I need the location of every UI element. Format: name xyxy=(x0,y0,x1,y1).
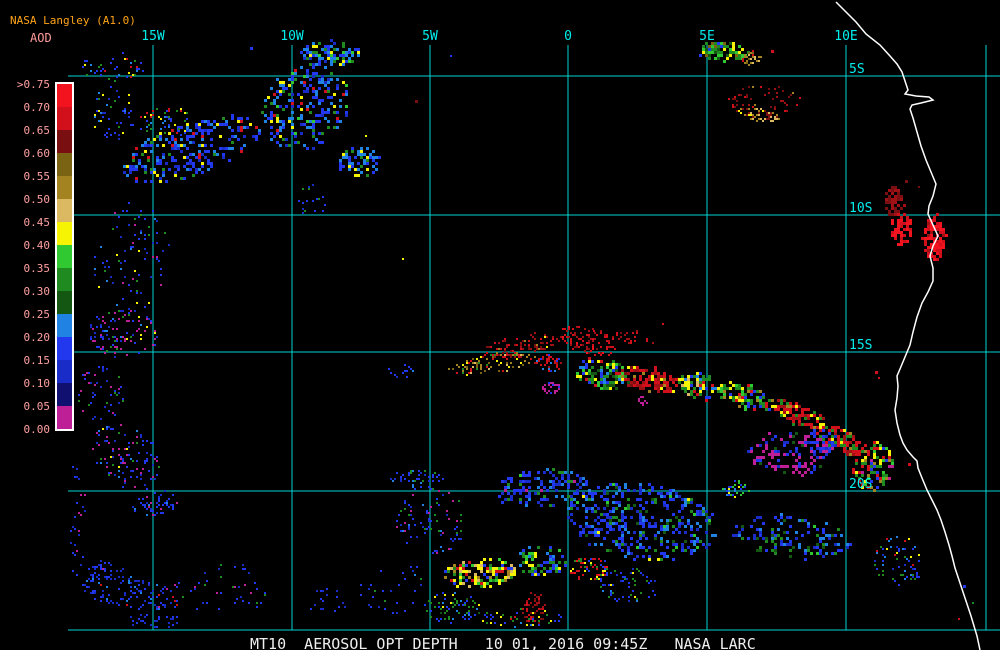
aod-data-dot xyxy=(250,47,253,50)
colorbar-scale-value: 0.40 xyxy=(23,239,51,252)
colorbar-scale-value: >0.75 xyxy=(16,78,50,91)
aod-data-dot xyxy=(905,180,908,183)
colorbar-scale-value: 0.15 xyxy=(23,354,51,367)
longitude-label: 5E xyxy=(699,29,715,44)
latitude-label: 15S xyxy=(849,338,872,353)
colorbar-scale-value: 0.10 xyxy=(23,377,51,390)
aod-data-dot xyxy=(593,330,595,332)
latitude-label: 5S xyxy=(849,62,865,77)
aod-data-dot xyxy=(908,463,911,466)
product-title: NASA Langley (A1.0) xyxy=(10,14,136,27)
colorbar-band xyxy=(57,245,72,268)
product-parameter-label: AOD xyxy=(30,31,52,45)
footer-caption: MT10 AEROSOL OPT DEPTH 10 01, 2016 09:45… xyxy=(250,635,756,650)
latitude-label: 20S xyxy=(849,477,872,492)
aod-data-dot xyxy=(365,135,367,137)
aod-map-viewer: 15W 10W 5W 0 5E 10E 5S 10S 15S 20S NASA Langley (… xyxy=(0,0,1000,650)
colorbar-scale-value: 0.20 xyxy=(23,331,51,344)
colorbar-scale-value: 0.30 xyxy=(23,285,51,298)
colorbar-band xyxy=(57,199,72,222)
colorbar-band xyxy=(57,291,72,314)
longitude-label: 10W xyxy=(280,29,304,44)
aod-data-dot xyxy=(450,55,452,57)
colorbar-band xyxy=(57,176,72,199)
aod-data-dot xyxy=(402,258,404,260)
colorbar-scale-value: 0.25 xyxy=(23,308,51,321)
longitude-label: 0 xyxy=(564,29,572,44)
aod-data-dot xyxy=(972,602,974,604)
aod-data-dot xyxy=(875,371,878,374)
colorbar-scale-value: 0.70 xyxy=(23,101,51,114)
colorbar-scale-value: 0.35 xyxy=(23,262,51,275)
aod-data-dot xyxy=(771,50,774,53)
aod-colorbar xyxy=(55,82,74,431)
aod-data-dot xyxy=(799,97,801,99)
longitude-label: 15W xyxy=(141,29,165,44)
longitude-label: 10E xyxy=(834,29,857,44)
colorbar-scale-value: 0.45 xyxy=(23,216,51,229)
colorbar-band xyxy=(57,130,72,153)
colorbar-scale-value: 0.00 xyxy=(23,423,51,436)
colorbar-band xyxy=(57,406,72,429)
colorbar-scale-value: 0.50 xyxy=(23,193,51,206)
aod-data-dot xyxy=(878,377,880,379)
colorbar-band xyxy=(57,314,72,337)
colorbar-band xyxy=(57,84,72,107)
colorbar-band xyxy=(57,360,72,383)
aod-data-pixels xyxy=(70,39,974,628)
latitude-label: 10S xyxy=(849,201,872,216)
aod-data-dot xyxy=(958,618,960,620)
aod-data-dot xyxy=(918,186,920,188)
colorbar-band xyxy=(57,268,72,291)
colorbar-scale-value: 0.60 xyxy=(23,147,51,160)
colorbar-scale-value: 0.65 xyxy=(23,124,51,137)
coastline xyxy=(835,1,981,650)
longitude-label: 5W xyxy=(422,29,438,44)
colorbar-band xyxy=(57,222,72,245)
aod-data-dot xyxy=(415,100,418,103)
colorbar-scale-value: 0.55 xyxy=(23,170,51,183)
aod-data-dot xyxy=(963,585,966,588)
grid-labels: 15W 10W 5W 0 5E 10E 5S 10S 15S 20S xyxy=(141,29,872,492)
colorbar-scale-value: 0.05 xyxy=(23,400,51,413)
colorbar-band xyxy=(57,153,72,176)
colorbar-band xyxy=(57,383,72,406)
aod-data-dot xyxy=(662,323,664,325)
colorbar-band xyxy=(57,337,72,360)
colorbar-band xyxy=(57,107,72,130)
map-canvas: 15W 10W 5W 0 5E 10E 5S 10S 15S 20S xyxy=(68,1,1000,650)
